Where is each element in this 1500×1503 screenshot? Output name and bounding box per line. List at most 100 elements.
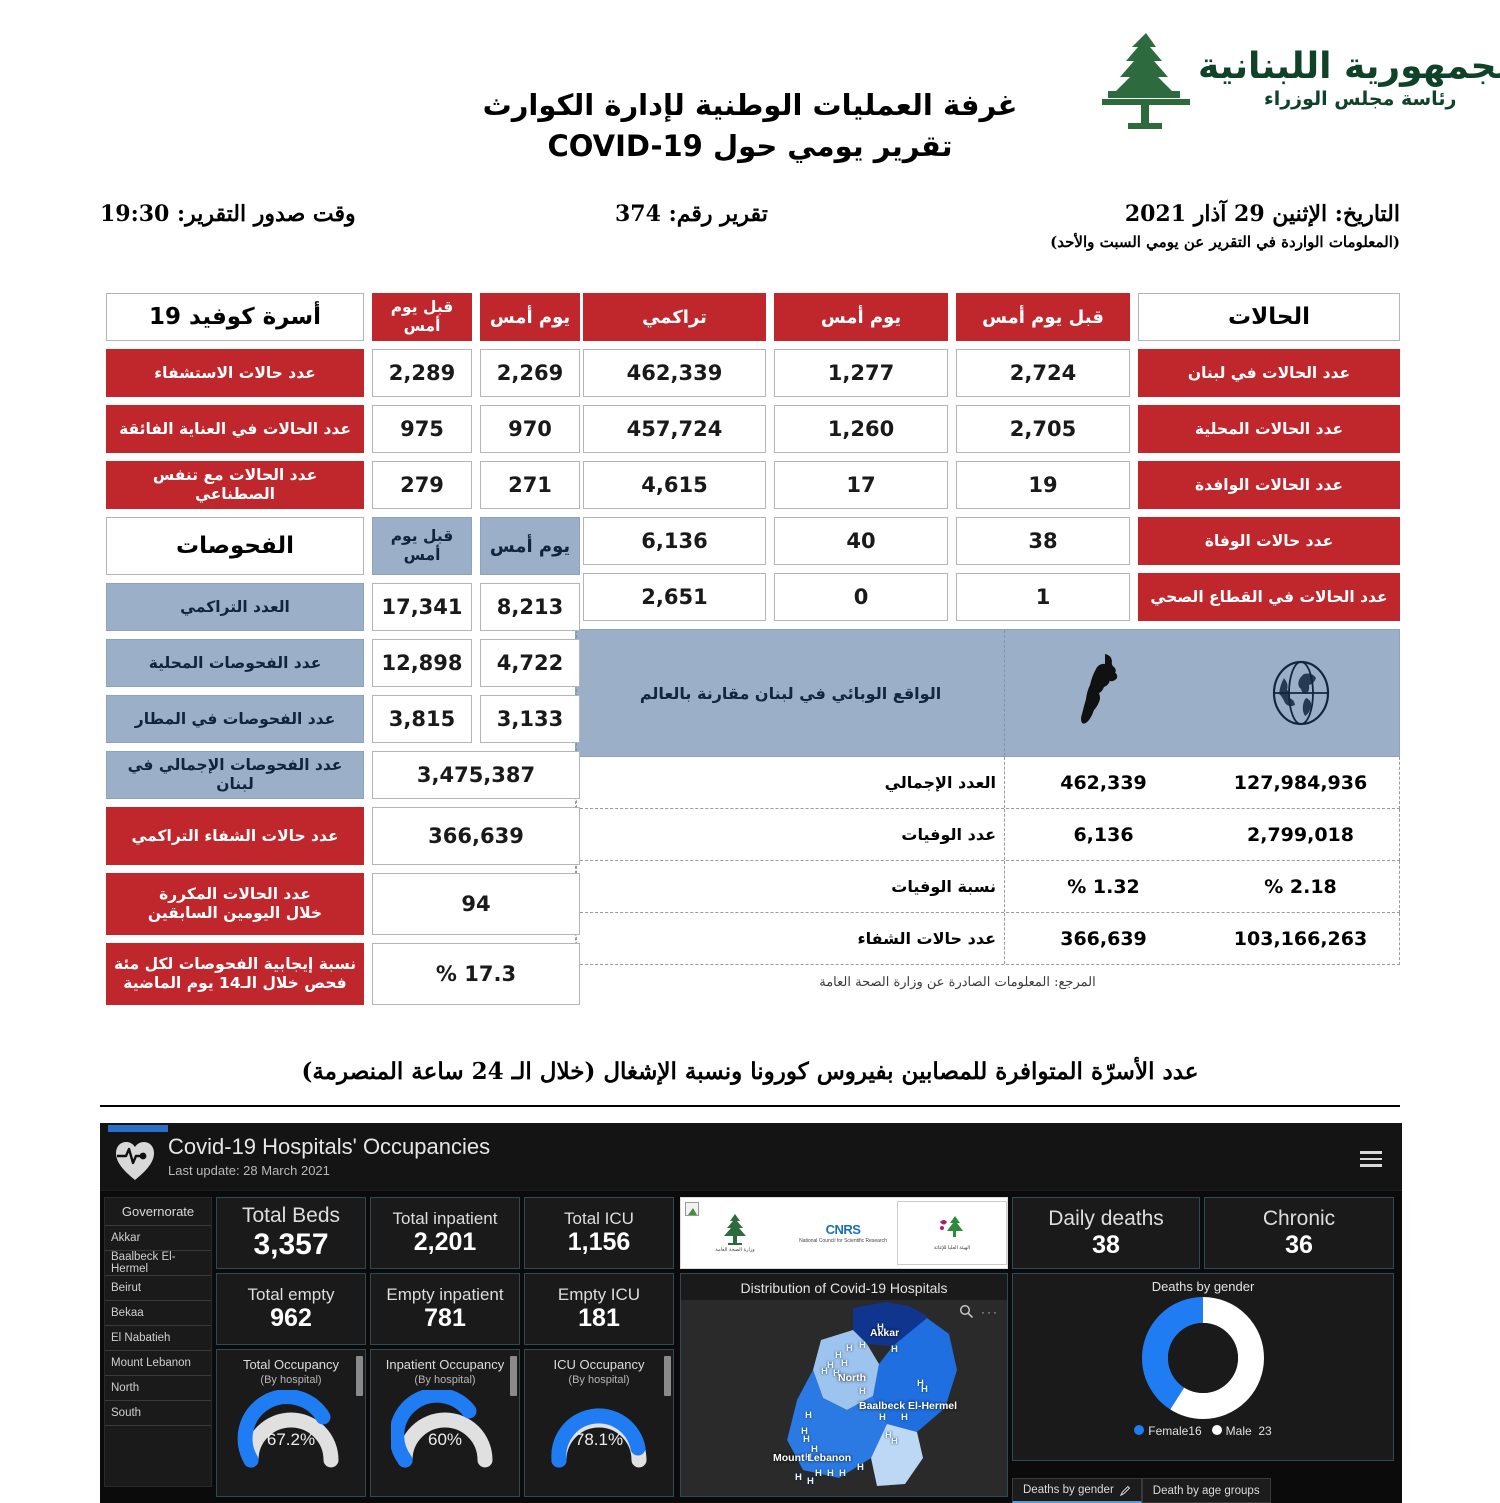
row-label: عدد الحالات المكررة خلال اليومين السابقي… [106, 873, 364, 935]
row-label: عدد الحالات في القطاع الصحي [1138, 573, 1400, 621]
gauge-icu-occupancy[interactable]: ICU Occupancy (By hospital) 78.1% [524, 1349, 674, 1497]
lebanon-value: 6,136 [1004, 809, 1202, 860]
row-dby: 2,705 [956, 405, 1130, 453]
pencil-icon[interactable] [1119, 1485, 1131, 1496]
row-cum: 462,339 [583, 349, 766, 397]
moph-cedar-logo [724, 1214, 746, 1246]
hospital-distribution-map[interactable]: Distribution of Covid-19 Hospitals ··· H… [680, 1273, 1008, 1497]
row-value: 17.3 % [372, 943, 580, 1005]
row-label: نسبة الوفيات [576, 861, 1004, 912]
report-date: التاريخ: الإثنين 29 آذار 2021 [1124, 201, 1400, 227]
page-title: غرفة العمليات الوطنية لإدارة الكوارث [482, 88, 1018, 122]
table-row: 103,166,263 366,639 عدد حالات الشفاء [575, 913, 1400, 965]
more-options-icon[interactable]: ··· [981, 1305, 999, 1319]
gauge-label: ICU Occupancy [553, 1357, 645, 1372]
kpi-value: 3,357 [253, 1227, 329, 1261]
table-row: عدد الحالات في القطاع الصحي 1 0 2,651 [575, 573, 1400, 621]
search-icon[interactable] [959, 1304, 974, 1319]
row-dby: 12,898 [372, 639, 472, 687]
cases-table: الحالات قبل يوم أمس يوم أمس تراكمي عدد ا… [575, 293, 1400, 990]
source-note: المرجع: المعلومات الصادرة عن وزارة الصحة… [819, 975, 1096, 990]
logo-caption: الهيئة العليا للإغاثة [933, 1245, 971, 1252]
deaths-by-gender-chart[interactable]: Deaths by gender Female16 Male 23 [1012, 1273, 1394, 1461]
map-title: Distribution of Covid-19 Hospitals [740, 1280, 948, 1296]
kpi-empty-inpatient[interactable]: Empty inpatient 781 [370, 1273, 520, 1345]
map-label-mount-lebanon: Mount Lebanon [773, 1452, 852, 1464]
world-comparison-table: الواقع الوبائي في لبنان مقارنة بالعالم 1… [575, 629, 1400, 990]
kpi-total-beds[interactable]: Total Beds 3,357 [216, 1197, 366, 1269]
map-canvas[interactable]: ··· H H H H H H H H H H H H H H H H H H … [681, 1300, 1007, 1496]
table-row: 271 279 عدد الحالات مع تنفس الصطناعي [100, 461, 580, 509]
row-label: العدد الإجمالي [576, 757, 1004, 808]
table-row: 366,639 عدد حالات الشفاء التراكمي [100, 807, 580, 865]
map-toolbar[interactable]: ··· [959, 1304, 999, 1319]
kpi-value: 1,156 [567, 1228, 631, 1257]
lebanon-governorate-map [681, 1300, 957, 1496]
table-row: 94 عدد الحالات المكررة خلال اليومين السا… [100, 873, 580, 935]
list-item[interactable]: Baalbeck El-Hermel [105, 1251, 211, 1276]
kpi-chronic[interactable]: Chronic 36 [1204, 1197, 1394, 1269]
lebanon-map-icon [1004, 630, 1202, 756]
tests-total-value: 3,475,387 [372, 751, 580, 799]
list-item[interactable]: Akkar [105, 1226, 211, 1251]
gauge-label: Total Occupancy [242, 1357, 340, 1372]
table-row: عدد الحالات في لبنان 2,724 1,277 462,339 [575, 349, 1400, 397]
table-row: 127,984,936 462,339 العدد الإجمالي [575, 757, 1400, 809]
row-yest: 4,722 [480, 639, 580, 687]
report-title-block: غرفة العمليات الوطنية لإدارة الكوارث تقر… [0, 86, 1500, 166]
donut-graphic [1013, 1296, 1393, 1420]
world-header: الواقع الوبائي في لبنان مقارنة بالعالم [575, 629, 1400, 757]
gauge-total-occupancy[interactable]: Total Occupancy (By hospital) 67.2% [216, 1349, 366, 1497]
list-item[interactable]: North [105, 1376, 211, 1401]
row-label: عدد الحالات المحلية [1138, 405, 1400, 453]
row-yest: 970 [480, 405, 580, 453]
chart-legend: Female16 Male 23 [1013, 1424, 1393, 1438]
cases-header-label: الحالات [1138, 293, 1400, 341]
kpi-daily-deaths[interactable]: Daily deaths 38 [1012, 1197, 1200, 1269]
list-item[interactable]: Bekaa [105, 1301, 211, 1326]
legend-swatch-female [1134, 1425, 1145, 1435]
beds-header-row: يوم أمس قبل يوم أمس أسرة كوفيد 19 [100, 293, 580, 341]
tab-deaths-by-gender[interactable]: Deaths by gender [1012, 1478, 1142, 1503]
kpi-total-inpatient[interactable]: Total inpatient 2,201 [370, 1197, 520, 1269]
kpi-empty-icu[interactable]: Empty ICU 181 [524, 1273, 674, 1345]
kpi-label: Daily deaths [1048, 1206, 1164, 1230]
kpi-total-empty[interactable]: Total empty 962 [216, 1273, 366, 1345]
beds-header-yest: يوم أمس [480, 293, 580, 341]
row-label: عدد الحالات الوافدة [1138, 461, 1400, 509]
table-row: 2,269 2,289 عدد حالات الاستشفاء [100, 349, 580, 397]
kpi-value: 962 [270, 1304, 312, 1333]
kpi-value: 181 [578, 1304, 620, 1333]
dashboard-subtitle: Last update: 28 March 2021 [168, 1163, 330, 1178]
governorate-header: Governorate [105, 1198, 211, 1226]
lebanon-value: 462,339 [1004, 757, 1202, 808]
cases-header-dby: قبل يوم أمس [956, 293, 1130, 341]
row-cum: 2,651 [583, 573, 766, 621]
row-label: عدد حالات الاستشفاء [106, 349, 364, 397]
list-item[interactable]: Mount Lebanon [105, 1351, 211, 1376]
row-label: عدد الحالات في لبنان [1138, 349, 1400, 397]
tab-death-by-age-groups[interactable]: Death by age groups [1141, 1478, 1271, 1503]
governorate-filter-list[interactable]: Governorate Akkar Baalbeck El-Hermel Bei… [104, 1197, 212, 1487]
tests-total-row: 3,475,387 عدد الفحوصات الإجمالي في لبنان [100, 751, 580, 799]
hamburger-menu-icon[interactable] [1360, 1147, 1382, 1171]
gauge-value: 67.2% [266, 1430, 316, 1449]
gauge-sublabel: (By hospital) [260, 1374, 322, 1386]
legend-value-male: 23 [1258, 1424, 1272, 1438]
tests-header-label: الفحوصات [106, 517, 364, 575]
kpi-total-icu[interactable]: Total ICU 1,156 [524, 1197, 674, 1269]
row-label: عدد الفحوصات المحلية [106, 639, 364, 687]
legend-swatch-male [1211, 1425, 1222, 1435]
tab-label: Deaths by gender [1023, 1484, 1114, 1496]
emblem-line1: الجمهورية اللبنانية [1198, 45, 1500, 87]
table-row: 17.3 % نسبة إيجابية الفحوصات لكل مئة فحص… [100, 943, 580, 1005]
chart-tabs[interactable]: Deaths by gender Death by age groups [1012, 1478, 1271, 1503]
list-item[interactable]: Beirut [105, 1276, 211, 1301]
heart-pulse-icon [116, 1142, 154, 1180]
gauge-inpatient-occupancy[interactable]: Inpatient Occupancy (By hospital) 60% [370, 1349, 520, 1497]
row-dby: 1 [956, 573, 1130, 621]
list-item[interactable]: South [105, 1401, 211, 1426]
legend-item-male: Male 23 [1211, 1424, 1272, 1438]
kpi-label: Total inpatient [392, 1208, 498, 1228]
list-item[interactable]: El Nabatieh [105, 1326, 211, 1351]
